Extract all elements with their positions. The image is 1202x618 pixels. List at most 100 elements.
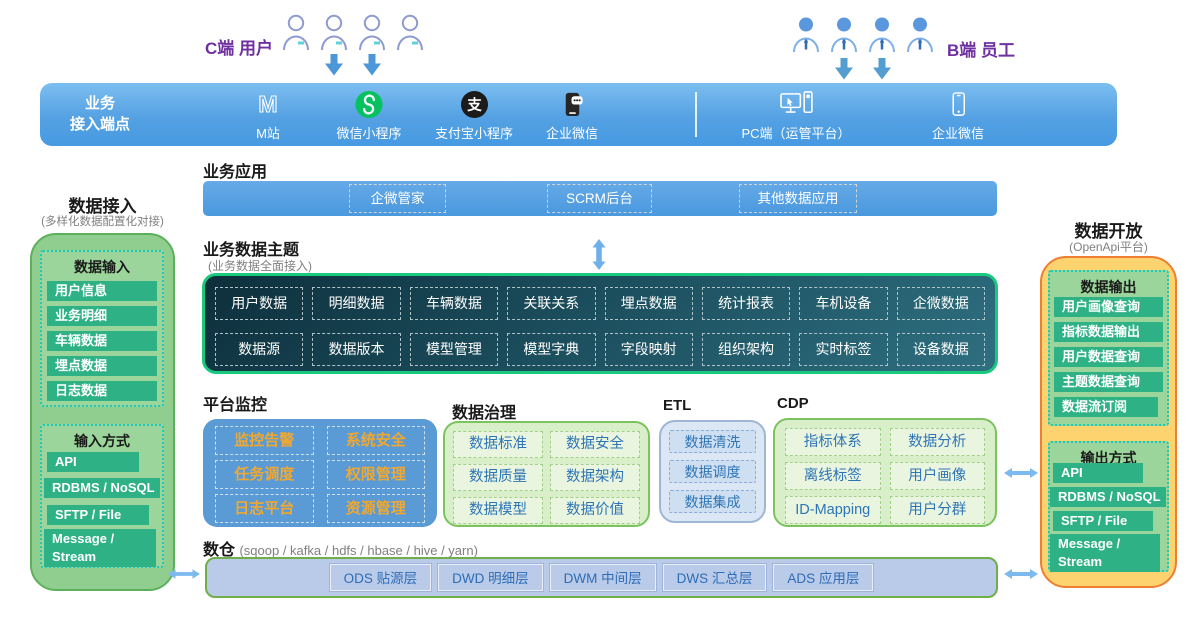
cdp-item: ID-Mapping — [785, 496, 881, 524]
etl-panel: 数据清洗 数据调度 数据集成 — [659, 420, 766, 523]
cdp-item: 用户分群 — [890, 496, 986, 524]
data-input-item: 车辆数据 — [47, 331, 157, 351]
data-output-item: 指标数据输出 — [1054, 322, 1163, 342]
left-panel-subtitle: (多样化数据配置化对接) — [30, 213, 175, 229]
topics-row-2: 数据源 数据版本 模型管理 模型字典 字段映射 组织架构 实时标签 设备数据 — [215, 333, 985, 366]
topic-item: 车机设备 — [799, 287, 887, 320]
topics-row-1: 用户数据 明细数据 车辆数据 关联关系 埋点数据 统计报表 车机设备 企微数据 — [215, 287, 985, 320]
banner-title: 业务 接入端点 — [40, 93, 160, 135]
employee-person-icon — [790, 15, 822, 55]
cdp-item: 数据分析 — [890, 428, 986, 456]
banner-item-pc: PC端（运管平台） — [741, 88, 850, 142]
input-method-item: Message / Stream — [44, 529, 156, 567]
topic-item: 组织架构 — [702, 333, 790, 366]
svg-text:支: 支 — [467, 95, 482, 113]
output-method-item: SFTP / File — [1053, 511, 1153, 531]
topic-item: 设备数据 — [897, 333, 985, 366]
cdp-title: CDP — [777, 395, 809, 412]
user-person-icon — [356, 13, 388, 53]
cdp-item: 用户画像 — [890, 462, 986, 490]
warehouse-layer: ADS 应用层 — [773, 564, 873, 591]
user-person-icon — [318, 13, 350, 53]
input-method-item: API — [47, 452, 139, 472]
wecom-phone-dark-icon — [546, 88, 598, 120]
topic-item: 模型字典 — [507, 333, 595, 366]
etl-title: ETL — [663, 397, 691, 414]
cdp-panel: 指标体系 数据分析 离线标签 用户画像 ID-Mapping 用户分群 — [773, 418, 997, 527]
access-endpoints-banner: 业务 接入端点 M M站 微信小程序 支 支付宝小程序 企业微信 — [40, 83, 1117, 146]
banner-item-m-site: M M站 — [255, 88, 281, 142]
warehouse-layer: DWM 中间层 — [550, 564, 656, 591]
topic-item: 统计报表 — [702, 287, 790, 320]
banner-title-line2: 接入端点 — [40, 114, 160, 135]
banner-item-alipay-miniprogram: 支 支付宝小程序 — [435, 88, 513, 142]
topic-item: 用户数据 — [215, 287, 303, 320]
data-input-item: 用户信息 — [47, 281, 157, 301]
horizontal-double-arrow-icon — [1004, 467, 1038, 479]
governance-item: 数据价值 — [550, 497, 640, 524]
data-input-item: 埋点数据 — [47, 356, 157, 376]
topic-item: 数据版本 — [312, 333, 400, 366]
monitor-item: 监控告警 — [215, 426, 314, 455]
topic-item: 企微数据 — [897, 287, 985, 320]
data-output-item: 用户数据查询 — [1054, 347, 1163, 367]
monitor-item: 权限管理 — [327, 460, 426, 489]
warehouse-bar: ODS 贴源层 DWD 明细层 DWM 中间层 DWS 汇总层 ADS 应用层 — [205, 557, 998, 598]
app-item: SCRM后台 — [547, 184, 652, 213]
vertical-double-arrow-icon — [592, 239, 606, 270]
warehouse-layer: DWD 明细层 — [438, 564, 543, 591]
warehouse-layer: ODS 贴源层 — [330, 564, 432, 591]
down-arrow-icon — [325, 54, 343, 76]
topic-item: 模型管理 — [410, 333, 498, 366]
monitor-item: 资源管理 — [327, 494, 426, 523]
employee-person-icon — [866, 15, 898, 55]
output-method-item: API — [1053, 463, 1143, 483]
topic-item: 实时标签 — [799, 333, 887, 366]
svg-text:M: M — [258, 91, 277, 117]
etl-item: 数据清洗 — [669, 430, 756, 453]
right-panel-subtitle: (OpenApi平台) — [1040, 238, 1177, 255]
platform-monitor-panel: 监控告警 系统安全 任务调度 权限管理 日志平台 资源管理 — [203, 419, 437, 527]
employee-person-icon — [828, 15, 860, 55]
output-method-item: RDBMS / NoSQL — [1050, 487, 1166, 507]
b-employees-label: B端 员工 — [947, 36, 1015, 61]
cdp-item: 指标体系 — [785, 428, 881, 456]
banner-item-wecom-b: 企业微信 — [932, 88, 984, 142]
data-input-title: 数据输入 — [42, 257, 162, 277]
banner-item-wecom: 企业微信 — [546, 88, 598, 142]
apps-title: 业务应用 — [203, 158, 267, 182]
employee-person-icon — [904, 15, 936, 55]
governance-item: 数据模型 — [453, 497, 543, 524]
monitor-item: 任务调度 — [215, 460, 314, 489]
governance-item: 数据标准 — [453, 431, 543, 458]
banner-divider — [695, 92, 697, 137]
banner-item-wechat-miniprogram: 微信小程序 — [336, 88, 401, 142]
topic-item: 数据源 — [215, 333, 303, 366]
data-governance-panel: 数据标准 数据安全 数据质量 数据架构 数据模型 数据价值 — [443, 421, 650, 527]
topic-item: 字段映射 — [605, 333, 693, 366]
cdp-item: 离线标签 — [785, 462, 881, 490]
monitor-title: 平台监控 — [203, 391, 267, 415]
governance-item: 数据架构 — [550, 464, 640, 491]
data-output-item: 数据流订阅 — [1054, 397, 1158, 417]
data-output-item: 用户画像查询 — [1054, 297, 1163, 317]
horizontal-double-arrow-icon — [1004, 568, 1038, 580]
topic-item: 车辆数据 — [410, 287, 498, 320]
topic-item: 明细数据 — [312, 287, 400, 320]
phone-outline-icon — [932, 88, 984, 120]
etl-item: 数据集成 — [669, 490, 756, 513]
warehouse-subtitle: (sqoop / kafka / hdfs / hbase / hive / y… — [239, 543, 477, 558]
app-item: 其他数据应用 — [739, 184, 857, 213]
input-method-title: 输入方式 — [42, 431, 162, 451]
etl-item: 数据调度 — [669, 460, 756, 483]
governance-item: 数据安全 — [550, 431, 640, 458]
horizontal-double-arrow-icon — [168, 568, 200, 580]
topics-subtitle: (业务数据全面接入) — [208, 257, 312, 274]
data-output-item: 主题数据查询 — [1054, 372, 1163, 392]
data-output-title: 数据输出 — [1050, 277, 1167, 297]
c-users-label: C端 用户 — [205, 34, 273, 59]
warehouse-layer: DWS 汇总层 — [663, 564, 767, 591]
input-method-item: SFTP / File — [47, 505, 149, 525]
down-arrow-icon — [835, 58, 853, 80]
wechat-miniprogram-icon — [336, 88, 401, 120]
